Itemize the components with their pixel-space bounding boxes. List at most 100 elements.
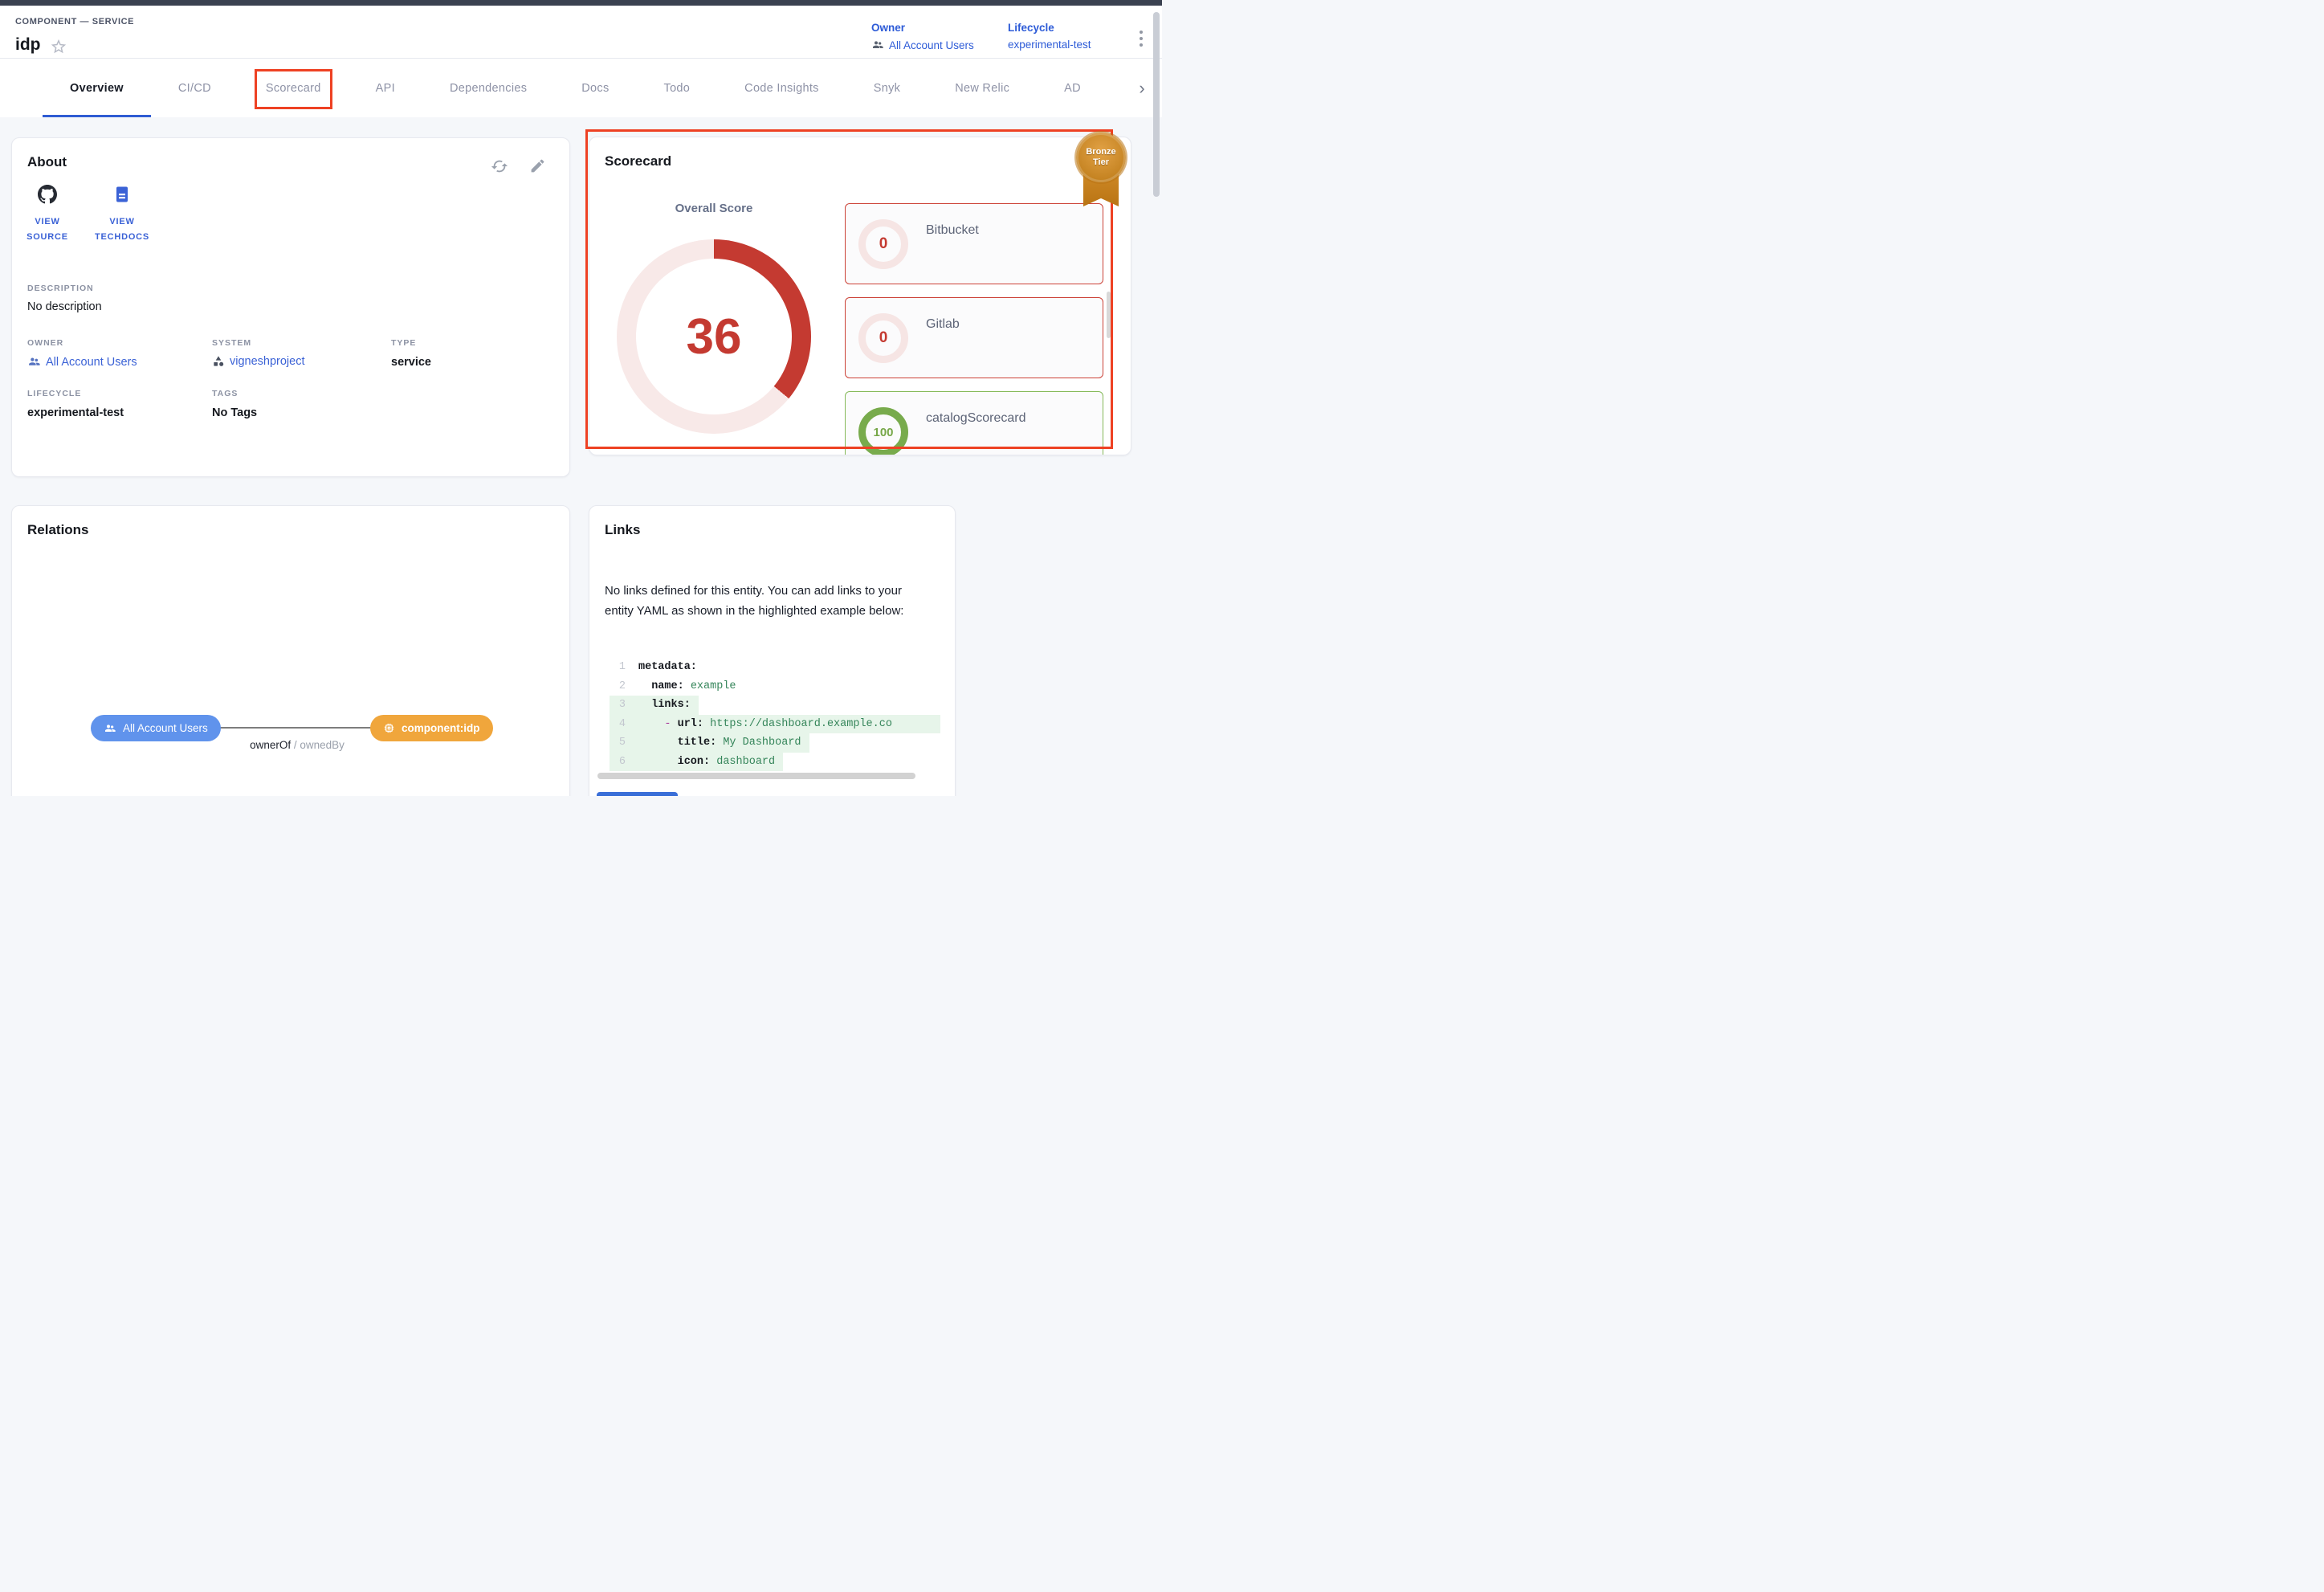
page-vertical-scrollbar[interactable] xyxy=(1153,12,1160,197)
score-item-bitbucket[interactable]: 0 Bitbucket xyxy=(845,203,1103,284)
code-text: icon: dashboard xyxy=(638,753,775,772)
tab-code-insights[interactable]: Code Insights xyxy=(717,59,846,117)
code-line-5: 5 title: My Dashboard xyxy=(610,733,809,753)
system-link[interactable]: vigneshproject xyxy=(212,355,305,368)
entity-overview-page: COMPONENT — SERVICE idp Owner All Accoun… xyxy=(0,0,1162,796)
tab-todo[interactable]: Todo xyxy=(637,59,718,117)
relation-reverse-label: ownedBy xyxy=(300,739,345,751)
scorecard-card: Scorecard Overall Score 36 0 Bitbucket 0 Gi… xyxy=(589,137,1131,455)
header-lifecycle: Lifecycle experimental-test xyxy=(1008,22,1091,51)
tabs-overflow-chevron-icon[interactable]: › xyxy=(1130,59,1154,117)
code-line-2: 2 name: example xyxy=(610,677,744,696)
overall-score-value: 36 xyxy=(617,239,811,434)
tab-docs[interactable]: Docs xyxy=(554,59,636,117)
lifecycle-value: experimental-test xyxy=(27,406,124,419)
score-ring: 0 xyxy=(858,219,908,269)
score-ring: 100 xyxy=(858,407,908,455)
tab-dependencies[interactable]: Dependencies xyxy=(422,59,554,117)
links-card-title: Links xyxy=(605,522,640,538)
scorecard-card-title: Scorecard xyxy=(605,153,671,169)
code-text: links: xyxy=(638,696,691,715)
tab-annotation-rectangle xyxy=(255,69,332,109)
tier-badge-line1: Bronze xyxy=(1086,147,1115,157)
owner-label: OWNER xyxy=(27,338,63,348)
category-icon xyxy=(212,355,225,368)
code-line-4: 4 - url: https://dashboard.example.co xyxy=(610,715,940,734)
line-number: 1 xyxy=(610,658,626,677)
description-label: DESCRIPTION xyxy=(27,284,94,293)
overall-score-label: Overall Score xyxy=(634,202,794,215)
page-title: idp xyxy=(15,35,41,55)
system-label: SYSTEM xyxy=(212,338,251,348)
relations-card-title: Relations xyxy=(27,522,89,538)
score-item-name: Bitbucket xyxy=(926,223,979,238)
line-number: 4 xyxy=(610,715,626,734)
view-source-label: VIEW SOURCE xyxy=(15,214,80,245)
relation-node-owner-label: All Account Users xyxy=(123,722,208,734)
tab-ad[interactable]: AD xyxy=(1037,59,1108,117)
header-lifecycle-label: Lifecycle xyxy=(1008,22,1091,34)
about-card: About VIEW SOURCE VIEW TECHDOCS DESCRIPT… xyxy=(11,137,570,477)
description-value: No description xyxy=(27,300,102,313)
line-number: 2 xyxy=(610,677,626,696)
view-source-button[interactable]: VIEW SOURCE xyxy=(15,185,80,245)
code-line-6: 6 icon: dashboard xyxy=(610,753,783,772)
github-icon xyxy=(38,185,57,204)
code-line-1: 1 metadata: xyxy=(610,658,705,677)
score-ring: 0 xyxy=(858,313,908,363)
tab-api[interactable]: API xyxy=(349,59,422,117)
tab-ci-cd[interactable]: CI/CD xyxy=(151,59,239,117)
header-owner: Owner All Account Users xyxy=(871,22,974,51)
lifecycle-label: LIFECYCLE xyxy=(27,389,81,398)
line-number: 6 xyxy=(610,753,626,772)
owner-link[interactable]: All Account Users xyxy=(27,355,137,369)
score-item-catalogscorecard[interactable]: 100 catalogScorecard xyxy=(845,391,1103,455)
header-owner-label: Owner xyxy=(871,22,974,34)
favorite-star-icon[interactable] xyxy=(50,38,67,55)
relation-forward-label: ownerOf xyxy=(250,739,291,751)
header-owner-link[interactable]: All Account Users xyxy=(871,39,974,51)
tab-new-relic[interactable]: New Relic xyxy=(928,59,1037,117)
view-techdocs-button[interactable]: VIEW TECHDOCS xyxy=(82,185,162,245)
refresh-icon[interactable] xyxy=(491,157,510,177)
ribbon-rosette: Bronze Tier xyxy=(1076,133,1126,182)
chip-icon xyxy=(383,722,395,734)
edit-pencil-icon[interactable] xyxy=(529,157,548,177)
owner-value: All Account Users xyxy=(46,356,137,369)
tags-label: TAGS xyxy=(212,389,238,398)
line-number: 3 xyxy=(610,696,626,715)
people-icon xyxy=(871,39,884,51)
relation-node-component[interactable]: component:idp xyxy=(370,715,493,741)
tab-overview[interactable]: Overview xyxy=(43,59,151,117)
code-text: title: My Dashboard xyxy=(638,733,801,753)
yaml-example-code-block: 1metadata:2 name: example3 links:4 - url… xyxy=(610,658,940,771)
more-options-kebab-icon[interactable] xyxy=(1134,28,1148,49)
header-lifecycle-value: experimental-test xyxy=(1008,39,1091,51)
browser-top-bar xyxy=(0,0,1162,6)
code-text: metadata: xyxy=(638,658,697,677)
clipped-blue-button[interactable] xyxy=(597,792,678,796)
links-card: Links No links defined for this entity. … xyxy=(589,505,956,796)
system-value: vigneshproject xyxy=(230,355,305,368)
scorecard-list-scrollbar[interactable] xyxy=(1107,292,1111,338)
code-text: - url: https://dashboard.example.co xyxy=(638,715,892,734)
entity-header: COMPONENT — SERVICE idp Owner All Accoun… xyxy=(0,6,1162,59)
tab-snyk[interactable]: Snyk xyxy=(846,59,928,117)
tier-badge-line2: Tier xyxy=(1093,157,1109,168)
code-horizontal-scrollbar[interactable] xyxy=(597,773,915,779)
type-value: service xyxy=(391,356,431,369)
tags-value: No Tags xyxy=(212,406,257,419)
people-icon xyxy=(104,722,116,735)
tab-scorecard[interactable]: Scorecard xyxy=(239,59,349,117)
entity-kind-breadcrumb: COMPONENT — SERVICE xyxy=(15,17,134,27)
header-owner-value: All Account Users xyxy=(889,39,974,51)
entity-tab-bar: OverviewCI/CDScorecardAPIDependenciesDoc… xyxy=(0,59,1162,117)
score-item-name: Gitlab xyxy=(926,317,960,332)
links-empty-message: No links defined for this entity. You ca… xyxy=(605,581,932,621)
relation-node-component-label: component:idp xyxy=(402,722,480,734)
relation-node-owner[interactable]: All Account Users xyxy=(91,715,221,741)
score-item-gitlab[interactable]: 0 Gitlab xyxy=(845,297,1103,378)
relation-separator: / xyxy=(291,739,300,751)
score-item-name: catalogScorecard xyxy=(926,411,1026,426)
relation-edge-line xyxy=(217,727,377,729)
